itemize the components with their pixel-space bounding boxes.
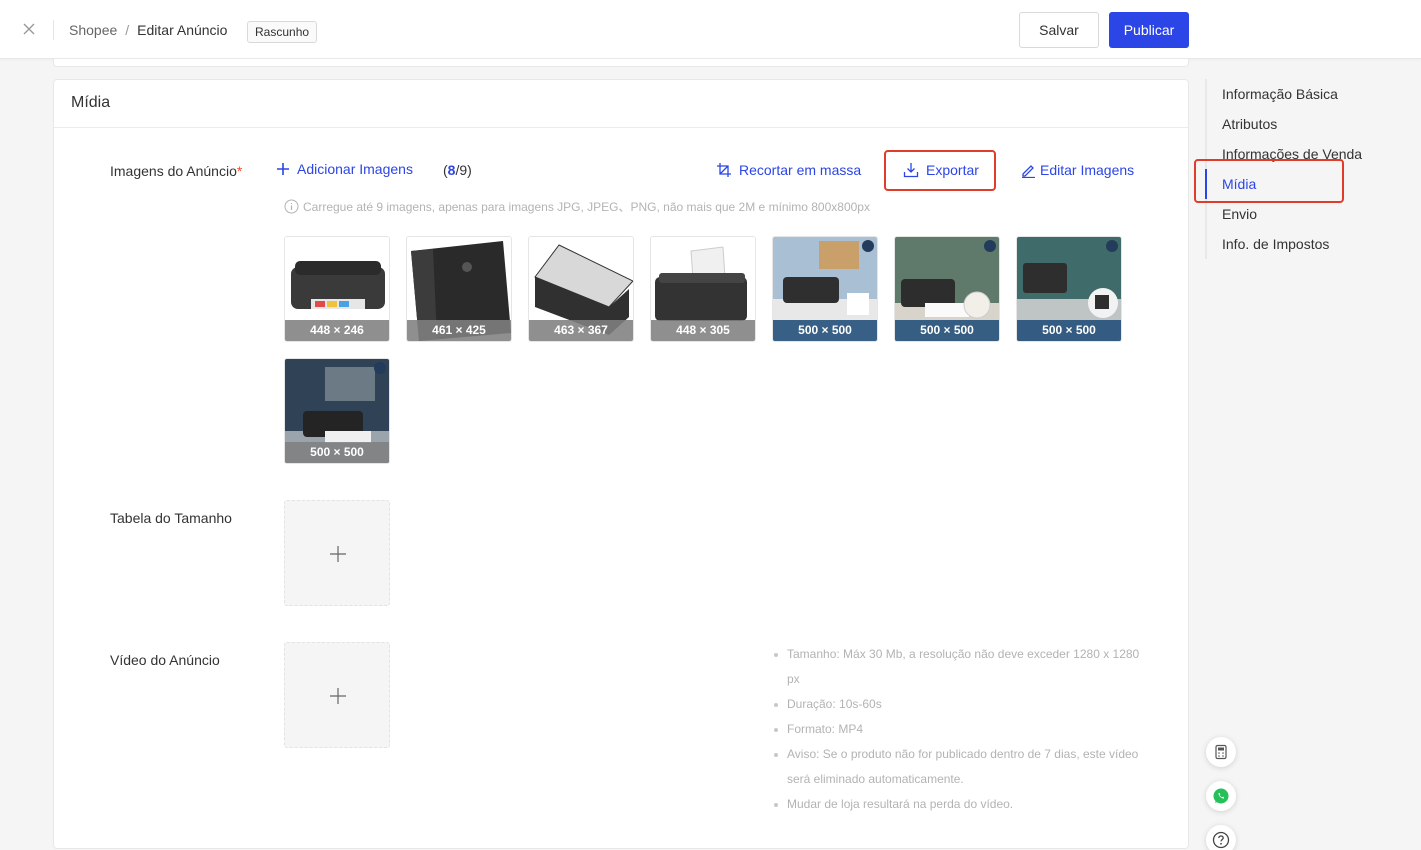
plus-icon xyxy=(277,163,289,175)
nav-item-envio[interactable]: Envio xyxy=(1222,206,1257,222)
calculator-button[interactable] xyxy=(1206,737,1236,767)
breadcrumb-shopee[interactable]: Shopee xyxy=(69,22,117,38)
edit-images-button[interactable]: Editar Imagens xyxy=(1021,162,1134,178)
image-thumbnail[interactable]: 500 × 500 xyxy=(894,236,1000,342)
section-divider xyxy=(54,127,1188,128)
image-thumbnail[interactable]: 463 × 367 xyxy=(528,236,634,342)
calculator-icon xyxy=(1215,744,1227,760)
video-note: Aviso: Se o produto não for publicado de… xyxy=(770,742,1145,792)
bulk-crop-button[interactable]: Recortar em massa xyxy=(716,162,861,178)
images-field-label: Imagens do Anúncio* xyxy=(110,163,242,179)
image-thumbnail[interactable]: 500 × 500 xyxy=(284,358,390,464)
video-upload[interactable] xyxy=(284,642,390,748)
close-icon[interactable] xyxy=(19,19,39,39)
image-thumbnail[interactable]: 500 × 500 xyxy=(1016,236,1122,342)
add-images-label: Adicionar Imagens xyxy=(297,161,413,177)
video-label: Vídeo do Anúncio xyxy=(110,652,220,668)
size-chart-label: Tabela do Tamanho xyxy=(110,510,232,526)
breadcrumb: Shopee / Editar Anúncio xyxy=(69,22,227,38)
export-label: Exportar xyxy=(926,162,979,178)
export-button[interactable]: Exportar xyxy=(903,162,979,178)
images-label-text: Imagens do Anúncio xyxy=(110,163,237,179)
image-thumbnail[interactable]: 500 × 500 xyxy=(772,236,878,342)
thumbnail-dimensions: 500 × 500 xyxy=(285,442,389,463)
size-chart-upload[interactable] xyxy=(284,500,390,606)
thumbnail-dimensions: 461 × 425 xyxy=(407,320,511,341)
whatsapp-button[interactable] xyxy=(1206,781,1236,811)
thumbnail-dimensions: 448 × 246 xyxy=(285,320,389,341)
save-button[interactable]: Salvar xyxy=(1019,12,1099,48)
image-thumbnail[interactable]: 461 × 425 xyxy=(406,236,512,342)
help-button[interactable] xyxy=(1206,825,1236,850)
breadcrumb-separator: / xyxy=(125,22,130,38)
top-bar: Shopee / Editar Anúncio Rascunho Salvar … xyxy=(0,0,1421,59)
breadcrumb-current: Editar Anúncio xyxy=(137,22,228,38)
image-counter: (8/9) xyxy=(443,162,472,178)
thumbnail-dimensions: 500 × 500 xyxy=(1017,320,1121,341)
upload-hint-text: Carregue até 9 imagens, apenas para imag… xyxy=(303,200,870,214)
image-thumbnail[interactable]: 448 × 305 xyxy=(650,236,756,342)
download-icon xyxy=(903,163,919,178)
status-badge: Rascunho xyxy=(247,21,318,43)
thumbnail-dimensions: 500 × 500 xyxy=(895,320,999,341)
section-title: Mídia xyxy=(71,94,111,111)
add-images-button[interactable]: Adicionar Imagens xyxy=(276,161,413,177)
video-note: Mudar de loja resultará na perda do víde… xyxy=(770,792,1145,817)
edit-images-label: Editar Imagens xyxy=(1040,162,1135,178)
video-requirements: Tamanho: Máx 30 Mb, a resolução não deve… xyxy=(770,642,1145,817)
divider xyxy=(53,20,54,40)
thumbnail-dimensions: 463 × 367 xyxy=(529,320,633,341)
plus-icon xyxy=(330,546,346,562)
pencil-icon xyxy=(1022,164,1035,178)
previous-section-card xyxy=(53,59,1189,67)
nav-item-midia[interactable]: Mídia xyxy=(1222,176,1256,192)
thumbnail-dimensions: 448 × 305 xyxy=(651,320,755,341)
media-section-card: Mídia Imagens do Anúncio* Adicionar Imag… xyxy=(53,79,1189,849)
plus-icon xyxy=(330,688,346,704)
video-note: Formato: MP4 xyxy=(770,717,1145,742)
thumbnail-dimensions: 500 × 500 xyxy=(773,320,877,341)
nav-item-informacao-basica[interactable]: Informação Básica xyxy=(1222,86,1338,102)
crop-icon xyxy=(717,163,731,177)
section-navigation: Informação Básica Atributos Informações … xyxy=(1205,79,1405,259)
publish-button[interactable]: Publicar xyxy=(1109,12,1189,48)
upload-hint: Carregue até 9 imagens, apenas para imag… xyxy=(284,198,870,215)
nav-item-atributos[interactable]: Atributos xyxy=(1222,116,1277,132)
required-mark: * xyxy=(236,163,243,179)
nav-item-informacoes-de-venda[interactable]: Informações de Venda xyxy=(1222,146,1362,162)
image-thumbnail[interactable]: 448 × 246 xyxy=(284,236,390,342)
active-indicator xyxy=(1205,169,1207,199)
help-icon xyxy=(1212,831,1230,849)
whatsapp-icon xyxy=(1213,788,1229,804)
nav-item-info-de-impostos[interactable]: Info. de Impostos xyxy=(1222,236,1329,252)
video-note: Tamanho: Máx 30 Mb, a resolução não deve… xyxy=(770,642,1145,692)
info-icon xyxy=(284,199,299,214)
bulk-crop-label: Recortar em massa xyxy=(739,162,862,178)
counter-total: /9) xyxy=(455,162,472,178)
video-note: Duração: 10s-60s xyxy=(770,692,1145,717)
